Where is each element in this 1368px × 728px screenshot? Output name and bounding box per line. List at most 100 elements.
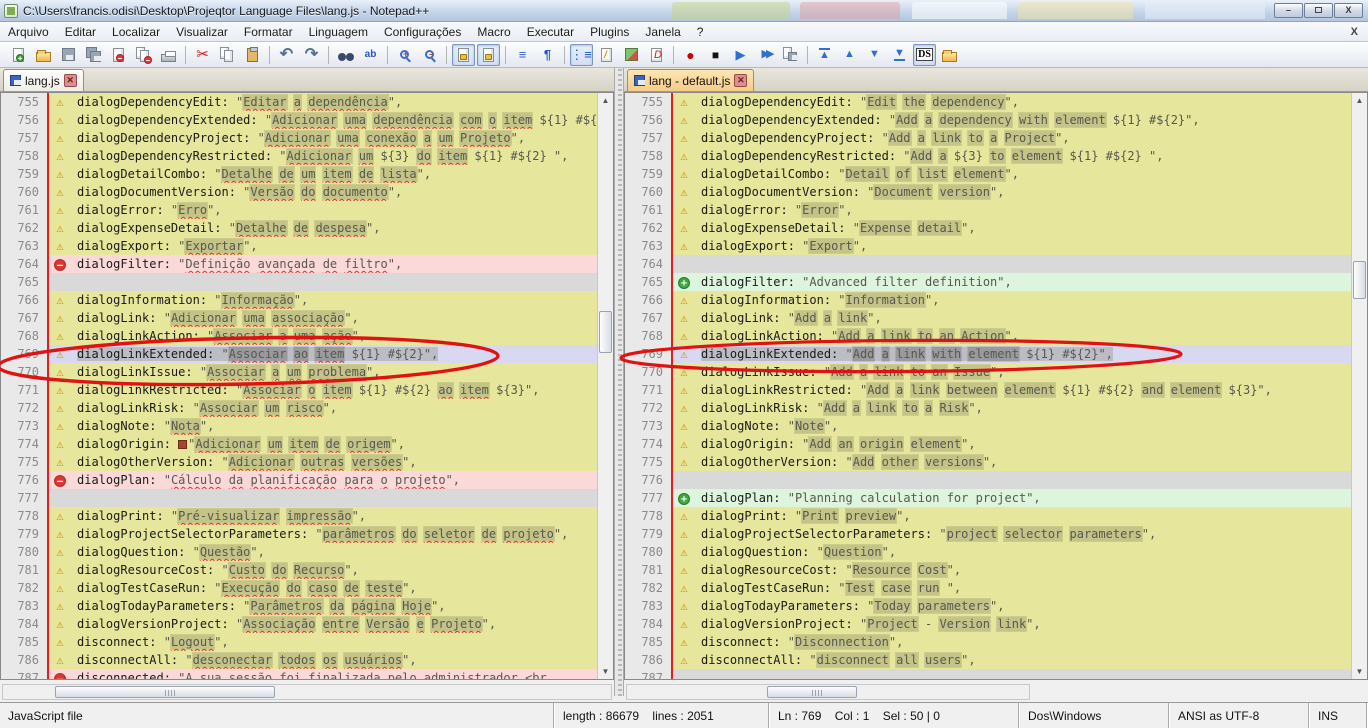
macro-stop-icon[interactable]: ■ [704, 44, 727, 66]
status-eol-format[interactable]: Dos\Windows [1020, 703, 1170, 728]
code-line[interactable]: 755⚠dialogDependencyEdit: "Editar a depe… [1, 93, 597, 111]
undo-icon[interactable]: ↶ [275, 44, 298, 66]
code-line[interactable]: 757⚠dialogDependencyProject: "Add a link… [625, 129, 1351, 147]
menu-item-?[interactable]: ? [689, 23, 712, 41]
scroll-up-icon[interactable]: ▲ [598, 93, 613, 108]
menu-close-icon[interactable]: X [1341, 26, 1368, 38]
macro-record-icon[interactable]: ● [679, 44, 702, 66]
menu-item-arquivo[interactable]: Arquivo [0, 23, 57, 41]
macro-play-icon[interactable]: ▶ [729, 44, 752, 66]
menu-item-formatar[interactable]: Formatar [236, 23, 301, 41]
code-line[interactable]: 763⚠dialogExport: "Export", [625, 237, 1351, 255]
code-line[interactable]: 761⚠dialogError: "Error", [625, 201, 1351, 219]
code-line[interactable]: 761⚠dialogError: "Erro", [1, 201, 597, 219]
macro-run-multiple-icon[interactable]: ▶▶ [754, 44, 777, 66]
code-line[interactable]: 755⚠dialogDependencyEdit: "Edit the depe… [625, 93, 1351, 111]
code-line[interactable]: 770⚠dialogLinkIssue: "Associar a um prob… [1, 363, 597, 381]
close-button[interactable]: X [1334, 3, 1363, 18]
tab-lang-default-js[interactable]: lang - default.js ✕ [627, 69, 754, 91]
status-encoding[interactable]: ANSI as UTF-8 [1170, 703, 1310, 728]
code-line[interactable]: 769⚠dialogLinkExtended: "Add a link with… [625, 345, 1351, 363]
tab-lang-js[interactable]: lang.js ✕ [3, 69, 84, 91]
code-line[interactable]: 780⚠dialogQuestion: "Question", [625, 543, 1351, 561]
code-line[interactable]: 772⚠dialogLinkRisk: "Add a link to a Ris… [625, 399, 1351, 417]
code-line[interactable]: 780⚠dialogQuestion: "Questão", [1, 543, 597, 561]
code-line[interactable]: 772⚠dialogLinkRisk: "Associar um risco", [1, 399, 597, 417]
tab-close-icon[interactable]: ✕ [64, 74, 77, 87]
code-line[interactable]: 764 [625, 255, 1351, 273]
function-list-icon[interactable]: D [645, 44, 668, 66]
scroll-up-icon[interactable]: ▲ [1352, 93, 1367, 108]
left-horizontal-scrollbar[interactable] [2, 684, 612, 700]
close-all-icon[interactable]: – [132, 44, 155, 66]
compare-prev-icon[interactable]: ▲ [838, 44, 861, 66]
show-indent-guide-icon[interactable]: ⋮≡ [570, 44, 593, 66]
tab-close-icon[interactable]: ✕ [734, 74, 747, 87]
code-line[interactable]: 765+dialogFilter: "Advanced filter defin… [625, 273, 1351, 291]
code-line[interactable]: 766⚠dialogInformation: "Informação", [1, 291, 597, 309]
save-all-icon[interactable] [82, 44, 105, 66]
scroll-down-icon[interactable]: ▼ [598, 664, 613, 679]
code-line[interactable]: 786⚠disconnectAll: "disconnect all users… [625, 651, 1351, 669]
left-hscroll-thumb[interactable] [55, 686, 275, 698]
cut-icon[interactable]: ✂ [191, 44, 214, 66]
menu-item-configuraes[interactable]: Configurações [376, 23, 469, 41]
code-line[interactable]: 760⚠dialogDocumentVersion: "Versão do do… [1, 183, 597, 201]
code-line[interactable]: 777 [1, 489, 597, 507]
redo-icon[interactable]: ↷ [300, 44, 323, 66]
code-line[interactable]: 773⚠dialogNote: "Nota", [1, 417, 597, 435]
code-line[interactable]: 765 [1, 273, 597, 291]
code-line[interactable]: 774⚠dialogOrigin: "Add an origin element… [625, 435, 1351, 453]
code-line[interactable]: 756⚠dialogDependencyExtended: "Adicionar… [1, 111, 597, 129]
code-line[interactable]: 782⚠dialogTestCaseRun: "Execução do caso… [1, 579, 597, 597]
code-line[interactable]: 769⚠dialogLinkExtended: "Associar ao ite… [1, 345, 597, 363]
code-line[interactable]: 781⚠dialogResourceCost: "Resource Cost", [625, 561, 1351, 579]
code-line[interactable]: 768⚠dialogLinkAction: "Add a link to an … [625, 327, 1351, 345]
word-wrap-icon[interactable]: ≡ [511, 44, 534, 66]
code-line[interactable]: 779⚠dialogProjectSelectorParameters: "pr… [625, 525, 1351, 543]
restore-button[interactable] [1304, 3, 1333, 18]
code-line[interactable]: 783⚠dialogTodayParameters: "Parâmetros d… [1, 597, 597, 615]
zoom-out-icon[interactable]: – [418, 44, 441, 66]
sync-horizontal-scroll-icon[interactable] [477, 44, 500, 66]
right-horizontal-scrollbar[interactable] [626, 684, 1030, 700]
compare-last-icon[interactable]: ▼ [888, 44, 911, 66]
left-vscroll-thumb[interactable] [599, 311, 612, 353]
code-line[interactable]: 766⚠dialogInformation: "Information", [625, 291, 1351, 309]
dspellcheck-icon[interactable]: DS [913, 44, 936, 66]
show-all-characters-icon[interactable]: ¶ [536, 44, 559, 66]
compare-first-icon[interactable]: ▲ [813, 44, 836, 66]
code-line[interactable]: 779⚠dialogProjectSelectorParameters: "pa… [1, 525, 597, 543]
save-icon[interactable] [57, 44, 80, 66]
code-line[interactable]: 781⚠dialogResourceCost: "Custo do Recurs… [1, 561, 597, 579]
code-line[interactable]: 771⚠dialogLinkRestricted: "Associar o it… [1, 381, 597, 399]
code-line[interactable]: 764–dialogFilter: "Definição avançada de… [1, 255, 597, 273]
code-line[interactable]: 778⚠dialogPrint: "Pré-visualizar impress… [1, 507, 597, 525]
find-icon[interactable] [334, 44, 357, 66]
right-vscroll-thumb[interactable] [1353, 261, 1366, 299]
code-line[interactable]: 762⚠dialogExpenseDetail: "Detalhe de des… [1, 219, 597, 237]
code-line[interactable]: 784⚠dialogVersionProject: "Project - Ver… [625, 615, 1351, 633]
macro-save-icon[interactable] [779, 44, 802, 66]
code-line[interactable]: 767⚠dialogLink: "Adicionar uma associaçã… [1, 309, 597, 327]
code-line[interactable]: 778⚠dialogPrint: "Print preview", [625, 507, 1351, 525]
print-icon[interactable] [157, 44, 180, 66]
code-line[interactable]: 775⚠dialogOtherVersion: "Adicionar outra… [1, 453, 597, 471]
close-file-icon[interactable]: – [107, 44, 130, 66]
sync-vertical-scroll-icon[interactable] [452, 44, 475, 66]
left-vertical-scrollbar[interactable]: ▲ ▼ [597, 93, 613, 679]
pane-splitter[interactable] [614, 68, 624, 696]
code-line[interactable]: 775⚠dialogOtherVersion: "Add other versi… [625, 453, 1351, 471]
code-line[interactable]: 787–disconnected: "A sua sessão foi fina… [1, 669, 597, 679]
menu-item-janela[interactable]: Janela [637, 23, 688, 41]
code-line[interactable]: 760⚠dialogDocumentVersion: "Document ver… [625, 183, 1351, 201]
document-map-icon[interactable] [620, 44, 643, 66]
open-file-icon[interactable] [32, 44, 55, 66]
replace-icon[interactable]: ab [359, 44, 382, 66]
code-line[interactable]: 763⚠dialogExport: "Exportar", [1, 237, 597, 255]
code-line[interactable]: 777+dialogPlan: "Planning calculation fo… [625, 489, 1351, 507]
code-line[interactable]: 784⚠dialogVersionProject: "Associação en… [1, 615, 597, 633]
code-line[interactable]: 785⚠disconnect: "Disconnection", [625, 633, 1351, 651]
code-line[interactable]: 758⚠dialogDependencyRestricted: "Adicion… [1, 147, 597, 165]
menu-item-plugins[interactable]: Plugins [582, 23, 637, 41]
